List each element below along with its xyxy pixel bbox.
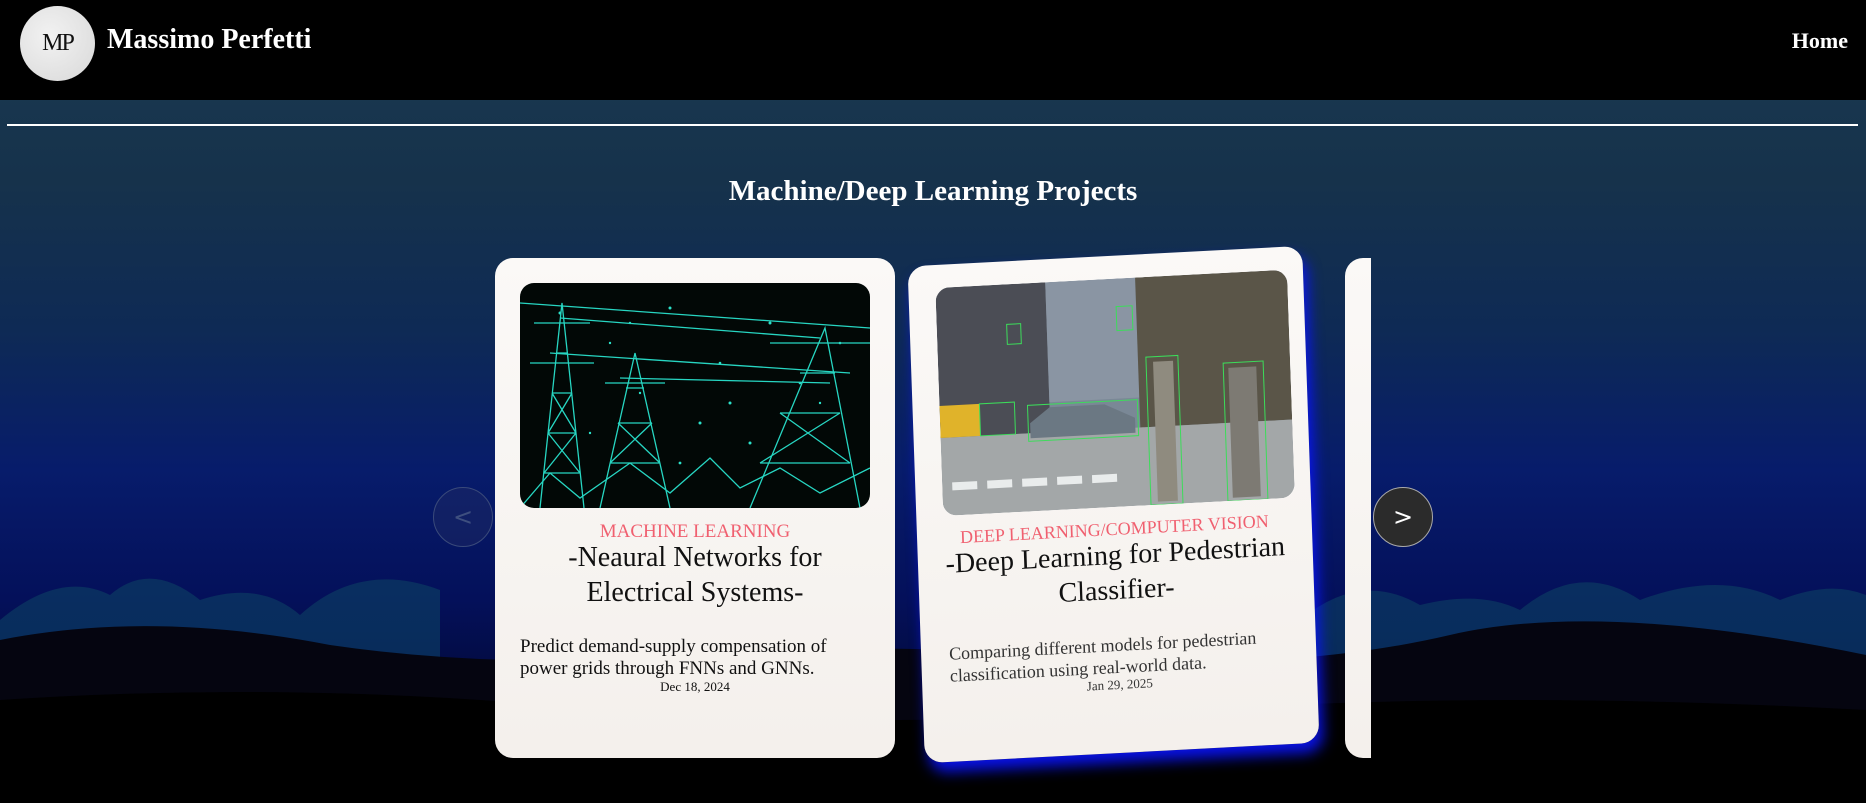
- site-header: MP Massimo Perfetti Home: [0, 0, 1866, 100]
- street-detection-image: [935, 269, 1295, 516]
- site-logo[interactable]: MP: [20, 6, 95, 81]
- site-name[interactable]: Massimo Perfetti: [107, 24, 311, 56]
- carousel-prev-button[interactable]: <: [433, 487, 493, 547]
- logo-text: MP: [42, 30, 75, 56]
- card-date: Dec 18, 2024: [660, 679, 730, 694]
- section-title: Machine/Deep Learning Projects: [728, 175, 1138, 207]
- nav-home-link[interactable]: Home: [1792, 28, 1848, 54]
- header-divider: [7, 124, 1858, 126]
- card-description: Predict demand-supply compensation of po…: [520, 636, 827, 679]
- power-grid-image: [520, 283, 870, 508]
- card-title: -Neaural Networks for Electrical Systems…: [568, 542, 822, 608]
- project-card[interactable]: MACHINE LEARNING -Neaural Networks for E…: [495, 258, 895, 758]
- project-card-partial[interactable]: [1345, 258, 1371, 758]
- carousel-next-button[interactable]: >: [1373, 487, 1433, 547]
- project-card[interactable]: DEEP LEARNING/COMPUTER VISION -Deep Lear…: [907, 245, 1320, 764]
